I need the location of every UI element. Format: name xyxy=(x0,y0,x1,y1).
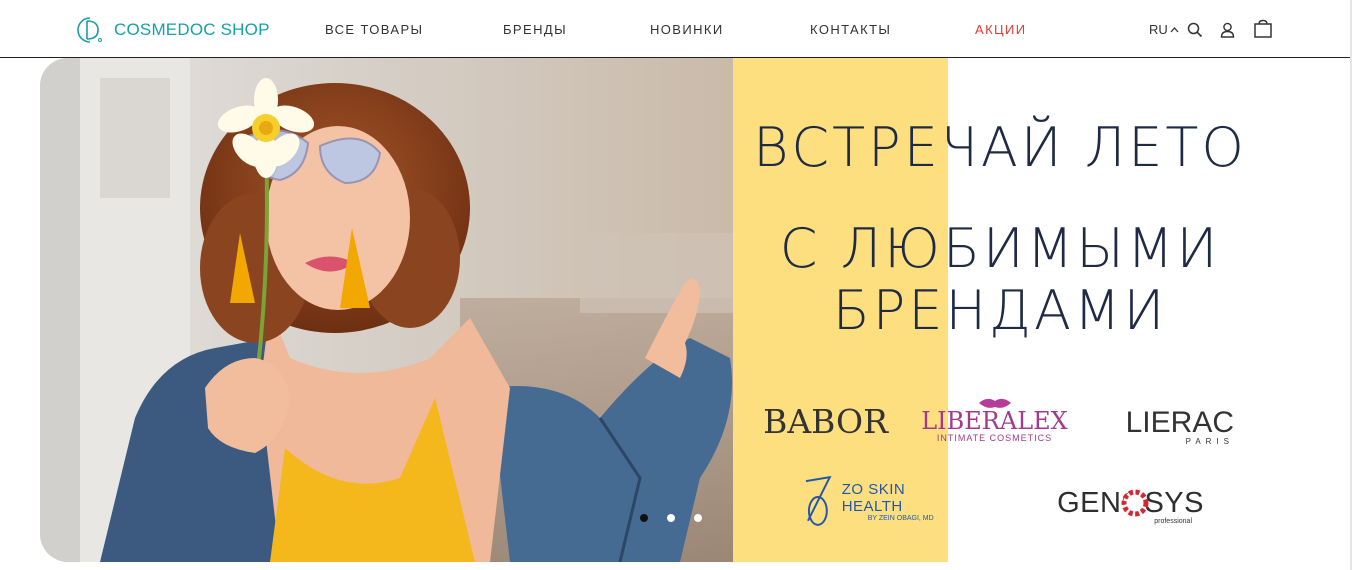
genosys-subtext: professional xyxy=(1154,517,1192,525)
user-icon[interactable] xyxy=(1220,22,1235,38)
site-header: COSMEDOC SHOP ВСЕ ТОВАРЫ БРЕНДЫ НОВИНКИ … xyxy=(0,0,1352,58)
logo[interactable]: COSMEDOC SHOP xyxy=(76,15,270,45)
nav-all-products[interactable]: ВСЕ ТОВАРЫ xyxy=(325,0,423,58)
brand-lierac-logo[interactable]: LIERAC PARIS xyxy=(1104,404,1234,450)
hero-photo xyxy=(40,58,750,562)
search-icon[interactable] xyxy=(1187,22,1203,38)
liberalex-text: LIBERALEX xyxy=(921,407,1068,435)
slider-dots xyxy=(640,514,702,522)
nav-brands[interactable]: БРЕНДЫ xyxy=(503,0,567,58)
slider-dot-1[interactable] xyxy=(640,514,648,522)
language-selector[interactable]: RU xyxy=(1149,22,1179,37)
babor-text: BABOR xyxy=(763,401,888,441)
hero-headline-line-2-text: С ЛЮБИМЫМИ xyxy=(779,217,1221,280)
woman-with-flower-illustration xyxy=(40,58,750,562)
logo-text: COSMEDOC SHOP xyxy=(114,20,270,39)
language-label: RU xyxy=(1149,22,1168,37)
brand-liberalex-logo[interactable]: LIBERALEX INTIMATE COSMETICS xyxy=(921,394,1068,446)
genosys-o-mark-icon xyxy=(1121,489,1149,517)
chevron-up-icon xyxy=(1170,26,1179,32)
nav-new[interactable]: НОВИНКИ xyxy=(650,0,724,58)
nav-sale[interactable]: АКЦИИ xyxy=(975,0,1027,58)
hero-headline-line-1: ВСТРЕЧАЙ ЛЕТО xyxy=(753,116,1247,179)
hero-banner[interactable]: ВСТРЕЧАЙ ЛЕТО С ЛЮБИМЫМИ БРЕНДАМИ BABOR … xyxy=(40,58,1302,562)
lierac-text: LIERAC xyxy=(1125,405,1234,439)
hero-headline-line-2: С ЛЮБИМЫМИ БРЕНДАМИ xyxy=(740,218,1260,342)
nav-contacts[interactable]: КОНТАКТЫ xyxy=(810,0,891,58)
slider-dot-3[interactable] xyxy=(694,514,702,522)
zo-mark-icon xyxy=(805,475,832,526)
bag-icon[interactable] xyxy=(1253,19,1273,39)
logo-mark-icon xyxy=(77,17,102,43)
brand-zo-skin-health-logo[interactable]: ZO SKIN HEALTH BY ZEIN OBAGI, MD xyxy=(800,468,970,534)
zo-text: ZO SKIN HEALTH xyxy=(841,480,906,515)
liberalex-subtext: INTIMATE COSMETICS xyxy=(936,433,1053,443)
hero-headline-line-3-text: БРЕНДАМИ xyxy=(832,279,1168,342)
slider-dot-2[interactable] xyxy=(667,514,675,522)
lierac-subtext: PARIS xyxy=(1185,436,1234,446)
zo-subtext: BY ZEIN OBAGI, MD xyxy=(867,514,934,522)
brand-babor-logo[interactable]: BABOR xyxy=(763,396,888,446)
